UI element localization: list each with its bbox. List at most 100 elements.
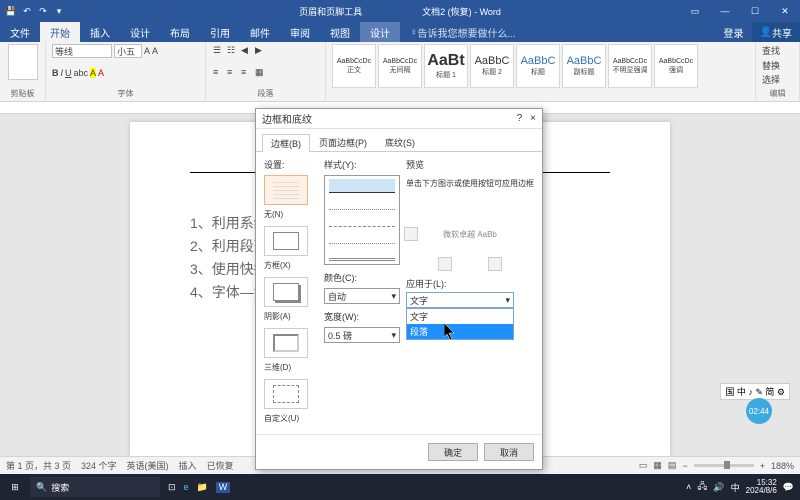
dialog-tab-shading[interactable]: 底纹(S) <box>376 133 424 151</box>
tray-volume-icon[interactable]: 🔊 <box>713 482 724 493</box>
paste-button[interactable] <box>8 44 38 80</box>
preview-left-button[interactable] <box>404 227 418 241</box>
border-style-list[interactable] <box>324 175 400 265</box>
underline-icon[interactable]: U <box>65 68 72 78</box>
indent-dec-icon[interactable]: ◀ <box>240 44 252 56</box>
align-left-icon[interactable]: ≡ <box>212 66 224 78</box>
ok-button[interactable]: 确定 <box>428 443 478 461</box>
word-taskbar-icon[interactable]: W <box>216 482 231 493</box>
preset-3d[interactable] <box>264 328 308 358</box>
task-view-icon[interactable]: ⊡ <box>168 482 176 493</box>
ribbon-options-icon[interactable]: ▭ <box>680 6 710 17</box>
select-button[interactable]: 选择 <box>762 73 793 86</box>
start-button[interactable]: ⊞ <box>0 482 30 493</box>
style-正文[interactable]: AaBbCcDc正文 <box>332 44 376 88</box>
tab-home[interactable]: 开始 <box>40 22 80 42</box>
share-button[interactable]: 👤 共享 <box>752 22 800 42</box>
style-标题[interactable]: AaBbC标题 <box>516 44 560 88</box>
style-副标题[interactable]: AaBbC副标题 <box>562 44 606 88</box>
explorer-icon[interactable]: 📁 <box>197 482 208 493</box>
cancel-button[interactable]: 取消 <box>484 443 534 461</box>
style-强调[interactable]: AaBbCcDc强调 <box>654 44 698 88</box>
tab-file[interactable]: 文件 <box>0 22 40 42</box>
preview-bottom1-button[interactable] <box>438 257 452 271</box>
dialog-tab-page-border[interactable]: 页面边框(P) <box>310 133 376 151</box>
strike-icon[interactable]: abc <box>74 68 89 78</box>
tab-mailings[interactable]: 邮件 <box>240 22 280 42</box>
bullets-icon[interactable]: ☰ <box>212 44 224 56</box>
group-editing: 查找 替换 选择 编辑 <box>756 42 800 101</box>
apply-option-paragraph[interactable]: 段落 <box>407 324 513 339</box>
taskbar-search[interactable]: 🔍搜索 <box>30 477 160 497</box>
tab-view[interactable]: 视图 <box>320 22 360 42</box>
font-name-select[interactable]: 等线 <box>52 44 112 58</box>
maximize-icon[interactable]: ☐ <box>740 6 770 17</box>
highlight-icon[interactable]: A <box>90 68 96 78</box>
zoom-level[interactable]: 188% <box>771 461 794 471</box>
align-center-icon[interactable]: ≡ <box>226 66 238 78</box>
view-web-icon[interactable]: ▤ <box>668 460 677 471</box>
edge-icon[interactable]: e <box>184 482 189 493</box>
close-icon[interactable]: ✕ <box>770 6 800 17</box>
tray-ime[interactable]: 中 <box>731 481 740 494</box>
tab-insert[interactable]: 插入 <box>80 22 120 42</box>
qat-more-icon[interactable]: ▾ <box>54 6 64 16</box>
align-right-icon[interactable]: ≡ <box>240 66 252 78</box>
tab-review[interactable]: 审阅 <box>280 22 320 42</box>
minimize-icon[interactable]: — <box>710 6 740 17</box>
shrink-font-icon[interactable]: A <box>152 46 158 56</box>
status-word-count[interactable]: 324 个字 <box>81 459 117 472</box>
dialog-close-icon[interactable]: × <box>530 113 536 124</box>
tab-layout[interactable]: 布局 <box>160 22 200 42</box>
font-size-select[interactable]: 小五 <box>114 44 142 58</box>
dialog-help-icon[interactable]: ? <box>517 113 523 124</box>
indent-inc-icon[interactable]: ▶ <box>254 44 266 56</box>
preset-box[interactable] <box>264 226 308 256</box>
view-print-icon[interactable]: ▦ <box>653 460 662 471</box>
apply-option-text[interactable]: 文字 <box>407 309 513 324</box>
apply-to-select[interactable]: 文字▾ <box>406 292 514 308</box>
border-preview[interactable]: 微软卓越 AaBb <box>406 199 534 269</box>
style-不明显强调[interactable]: AaBbCcDc不明显强调 <box>608 44 652 88</box>
replace-button[interactable]: 替换 <box>762 59 793 72</box>
tab-design[interactable]: 设计 <box>120 22 160 42</box>
preview-bottom2-button[interactable] <box>488 257 502 271</box>
tell-me-search[interactable]: ♀ 告诉我您想要做什么... <box>400 22 526 42</box>
notifications-icon[interactable]: 💬 <box>783 482 794 493</box>
style-无间隔[interactable]: AaBbCcDc无间隔 <box>378 44 422 88</box>
zoom-in-icon[interactable]: + <box>760 461 765 471</box>
zoom-slider[interactable] <box>694 464 754 467</box>
bold-icon[interactable]: B <box>52 68 59 78</box>
chevron-down-icon: ▾ <box>391 291 396 302</box>
preset-none[interactable] <box>264 175 308 205</box>
tray-clock[interactable]: 15:322024/8/6 <box>746 479 777 495</box>
zoom-out-icon[interactable]: − <box>682 461 687 471</box>
shading-icon[interactable]: ▦ <box>254 66 266 78</box>
grow-font-icon[interactable]: A <box>144 46 150 56</box>
tray-network-icon[interactable]: 🖧 <box>697 479 707 495</box>
tab-context-design[interactable]: 设计 <box>360 22 400 42</box>
tray-chevron-icon[interactable]: ˄ <box>686 482 691 492</box>
font-color-icon[interactable]: A <box>98 68 104 78</box>
style-标题 2[interactable]: AaBbC标题 2 <box>470 44 514 88</box>
style-标题 1[interactable]: AaBt标题 1 <box>424 44 468 88</box>
group-paragraph: ☰☷◀▶ ≡≡≡▦ 段落 <box>206 42 326 101</box>
undo-icon[interactable]: ↶ <box>22 6 32 16</box>
status-page[interactable]: 第 1 页，共 3 页 <box>6 459 71 472</box>
status-language[interactable]: 英语(美国) <box>127 459 169 472</box>
redo-icon[interactable]: ↷ <box>38 6 48 16</box>
preset-shadow[interactable] <box>264 277 308 307</box>
find-button[interactable]: 查找 <box>762 44 793 57</box>
tab-references[interactable]: 引用 <box>200 22 240 42</box>
dialog-tab-border[interactable]: 边框(B) <box>262 134 310 152</box>
save-icon[interactable]: 💾 <box>6 6 16 16</box>
login-link[interactable]: 登录 <box>716 22 752 42</box>
preview-hint: 单击下方图示或使用按钮可应用边框 <box>406 179 534 189</box>
italic-icon[interactable]: I <box>61 68 64 78</box>
view-read-icon[interactable]: ▭ <box>639 460 648 471</box>
numbering-icon[interactable]: ☷ <box>226 44 238 56</box>
status-insert-mode[interactable]: 插入 <box>179 459 197 472</box>
border-width-select[interactable]: 0.5 磅▾ <box>324 327 400 343</box>
preset-custom[interactable] <box>264 379 308 409</box>
border-color-select[interactable]: 自动▾ <box>324 288 400 304</box>
